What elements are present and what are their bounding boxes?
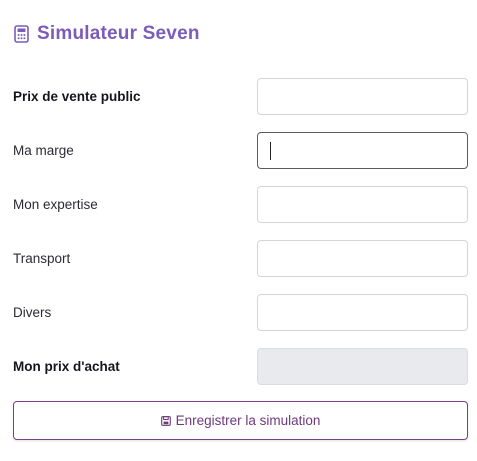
prix-achat-label: Mon prix d'achat (13, 358, 120, 374)
marge-label: Ma marge (13, 142, 74, 158)
expertise-input[interactable] (257, 185, 468, 223)
calculator-icon (14, 25, 29, 43)
divers-input[interactable] (257, 293, 468, 331)
prix-achat-output (257, 347, 468, 385)
save-button-label: Enregistrer la simulation (175, 413, 321, 428)
prix-vente-label: Prix de vente public (13, 88, 141, 104)
page-title: Simulateur Seven (37, 23, 200, 44)
marge-input[interactable] (257, 131, 468, 169)
text-caret (270, 141, 271, 160)
transport-input[interactable] (257, 239, 468, 277)
transport-label: Transport (13, 250, 71, 266)
form-row-transport: Transport (13, 239, 468, 277)
save-simulation-button[interactable]: Enregistrer la simulation (13, 401, 468, 440)
expertise-label: Mon expertise (13, 196, 98, 212)
form-row-prix-vente: Prix de vente public (13, 77, 468, 115)
prix-vente-input[interactable] (257, 77, 468, 115)
divers-label: Divers (13, 304, 52, 320)
form-row-prix-achat: Mon prix d'achat (13, 347, 468, 385)
form-row-marge: Ma marge (13, 131, 468, 169)
form-row-divers: Divers (13, 293, 468, 331)
save-icon (160, 415, 171, 426)
page-header: Simulateur Seven (14, 21, 200, 47)
form-row-expertise: Mon expertise (13, 185, 468, 223)
